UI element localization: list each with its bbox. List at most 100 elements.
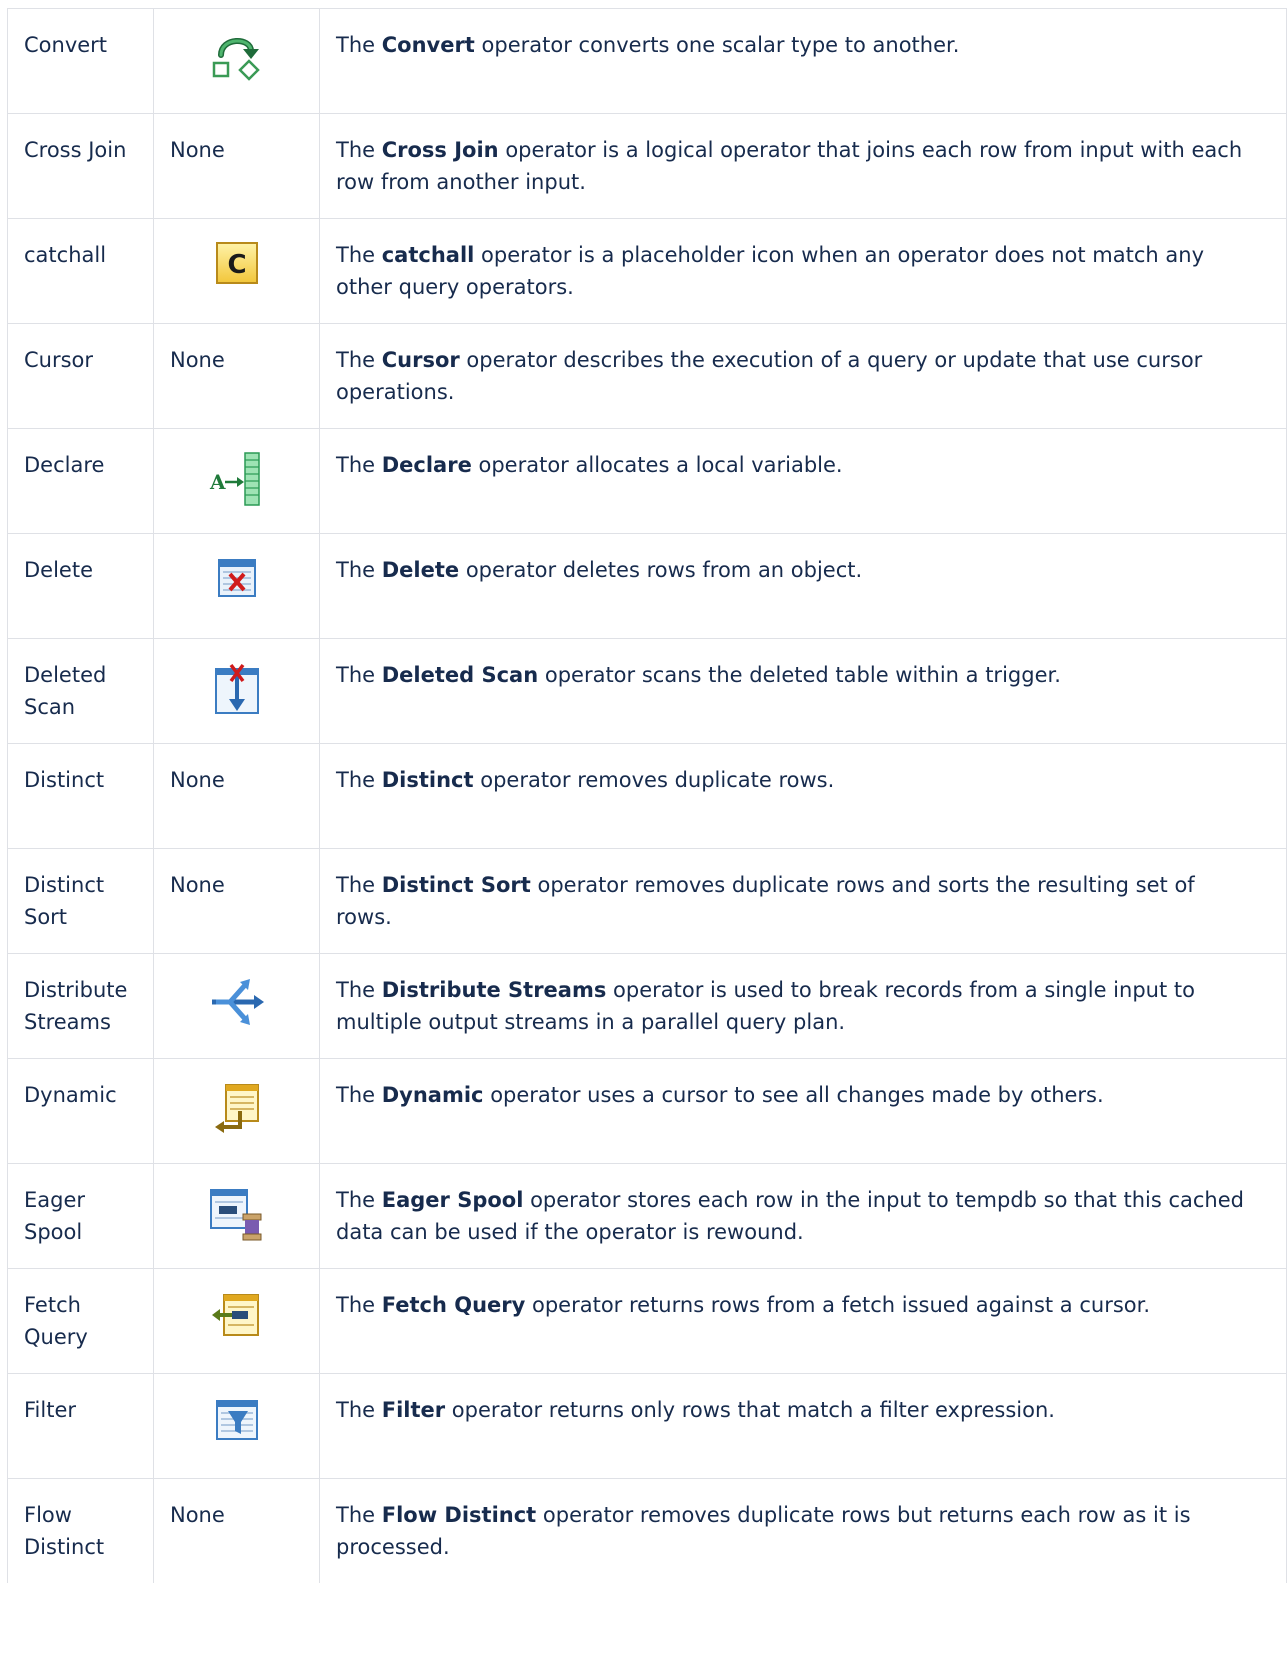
operator-name: Distinct xyxy=(24,768,105,792)
operator-icon-cell: None xyxy=(153,113,320,219)
operator-bold-name: Distribute Streams xyxy=(381,978,607,1002)
operator-name-cell: Cross Join xyxy=(7,113,154,219)
dynamic-icon xyxy=(215,1084,259,1133)
operator-bold-name: Eager Spool xyxy=(381,1188,524,1212)
operator-name: Fetch Query xyxy=(24,1293,88,1349)
operator-description: The Deleted Scan operator scans the dele… xyxy=(319,638,1287,744)
operator-name: catchall xyxy=(24,243,107,267)
operator-name-cell: Filter xyxy=(7,1373,154,1479)
operator-icon-cell: A xyxy=(153,428,320,534)
operator-bold-name: Cross Join xyxy=(381,138,499,162)
operator-name-cell: Distinct Sort xyxy=(7,848,154,954)
operator-name: Delete xyxy=(24,558,93,582)
operator-name-cell: Deleted Scan xyxy=(7,638,154,744)
table-row: Flow Distinct None The Flow Distinct ope… xyxy=(7,1478,1287,1583)
operator-description: The catchall operator is a placeholder i… xyxy=(319,218,1287,324)
operator-bold-name: Distinct xyxy=(381,768,474,792)
operator-icon-cell xyxy=(153,1163,320,1269)
operator-name: Cross Join xyxy=(24,138,127,162)
operator-icon-cell xyxy=(153,1058,320,1164)
operator-icon-cell: None xyxy=(153,323,320,429)
operator-icon-cell: None xyxy=(153,1478,320,1583)
operator-description: The Cursor operator describes the execut… xyxy=(319,323,1287,429)
table-row: Cross Join None The Cross Join operator … xyxy=(7,113,1287,219)
table-row: Fetch Query The Fetch Query operator ret… xyxy=(7,1268,1287,1374)
svg-text:C: C xyxy=(227,250,246,280)
operator-name-cell: Dynamic xyxy=(7,1058,154,1164)
operator-name: Convert xyxy=(24,33,108,57)
operator-bold-name: Dynamic xyxy=(381,1083,484,1107)
operator-name-cell: Distinct xyxy=(7,743,154,849)
operator-name-cell: Distribute Streams xyxy=(7,953,154,1059)
operator-bold-name: Flow Distinct xyxy=(381,1503,537,1527)
no-icon-text: None xyxy=(170,138,225,162)
operator-bold-name: catchall xyxy=(381,243,475,267)
eager-spool-icon xyxy=(210,1189,262,1241)
operator-description: The Declare operator allocates a local v… xyxy=(319,428,1287,534)
catchall-icon: C xyxy=(216,242,258,284)
operator-icon-cell xyxy=(153,533,320,639)
table-row: Delete The Delete operator deletes rows … xyxy=(7,533,1287,639)
operator-name-cell: Flow Distinct xyxy=(7,1478,154,1583)
operator-name-cell: Declare xyxy=(7,428,154,534)
table-row: catchall C The catchall operator is a pl… xyxy=(7,218,1287,324)
operator-description: The Distinct Sort operator removes dupli… xyxy=(319,848,1287,954)
operator-icon-cell xyxy=(153,8,320,114)
deleted-scan-icon xyxy=(215,663,259,714)
operator-description: The Cross Join operator is a logical ope… xyxy=(319,113,1287,219)
operators-table: Convert The Convert operator converts on… xyxy=(7,8,1287,1583)
operator-name: Flow Distinct xyxy=(24,1503,105,1559)
table-row: Eager Spool The Eager Spool operator sto… xyxy=(7,1163,1287,1269)
operator-description: The Delete operator deletes rows from an… xyxy=(319,533,1287,639)
operator-name: Deleted Scan xyxy=(24,663,107,719)
table-row: Dynamic The Dynamic operator uses a curs… xyxy=(7,1058,1287,1164)
filter-icon xyxy=(216,1400,258,1440)
operator-name: Eager Spool xyxy=(24,1188,86,1244)
no-icon-text: None xyxy=(170,1503,225,1527)
declare-icon: A xyxy=(209,452,260,506)
table-row: Cursor None The Cursor operator describe… xyxy=(7,323,1287,429)
operator-bold-name: Distinct Sort xyxy=(381,873,531,897)
fetch-query-icon xyxy=(212,1294,259,1336)
operator-icon-cell: C xyxy=(153,218,320,324)
no-icon-text: None xyxy=(170,768,225,792)
operator-bold-name: Fetch Query xyxy=(381,1293,526,1317)
operator-bold-name: Declare xyxy=(381,453,472,477)
table-row: Distinct None The Distinct operator remo… xyxy=(7,743,1287,849)
operator-description: The Dynamic operator uses a cursor to se… xyxy=(319,1058,1287,1164)
table-row: Distribute Streams The Distribute Stream… xyxy=(7,953,1287,1059)
delete-icon xyxy=(218,559,256,597)
no-icon-text: None xyxy=(170,348,225,372)
operator-description: The Distribute Streams operator is used … xyxy=(319,953,1287,1059)
operator-description: The Fetch Query operator returns rows fr… xyxy=(319,1268,1287,1374)
operator-name-cell: Delete xyxy=(7,533,154,639)
operator-name: Filter xyxy=(24,1398,77,1422)
operator-icon-cell xyxy=(153,953,320,1059)
operator-bold-name: Convert xyxy=(381,33,475,57)
operator-icon-cell: None xyxy=(153,848,320,954)
distribute-streams-icon xyxy=(212,979,264,1025)
operator-name: Dynamic xyxy=(24,1083,117,1107)
operator-name-cell: Convert xyxy=(7,8,154,114)
svg-text:A: A xyxy=(209,470,226,494)
operator-name: Cursor xyxy=(24,348,94,372)
table-row: Distinct Sort None The Distinct Sort ope… xyxy=(7,848,1287,954)
table-row: Deleted Scan The Deleted Scan operator s… xyxy=(7,638,1287,744)
operator-name-cell: Fetch Query xyxy=(7,1268,154,1374)
table-row: Filter The Filter operator returns only … xyxy=(7,1373,1287,1479)
operator-icon-cell xyxy=(153,1373,320,1479)
operator-icon-cell: None xyxy=(153,743,320,849)
operator-description: The Distinct operator removes duplicate … xyxy=(319,743,1287,849)
convert-icon xyxy=(212,38,260,81)
operator-description: The Eager Spool operator stores each row… xyxy=(319,1163,1287,1269)
operator-icon-cell xyxy=(153,638,320,744)
operator-description: The Convert operator converts one scalar… xyxy=(319,8,1287,114)
operator-description: The Flow Distinct operator removes dupli… xyxy=(319,1478,1287,1583)
no-icon-text: None xyxy=(170,873,225,897)
operator-description: The Filter operator returns only rows th… xyxy=(319,1373,1287,1479)
operator-bold-name: Delete xyxy=(381,558,460,582)
operator-name-cell: Eager Spool xyxy=(7,1163,154,1269)
operator-icon-cell xyxy=(153,1268,320,1374)
table-row: Convert The Convert operator converts on… xyxy=(7,8,1287,114)
table-row: Declare A The Declare operator allocates… xyxy=(7,428,1287,534)
